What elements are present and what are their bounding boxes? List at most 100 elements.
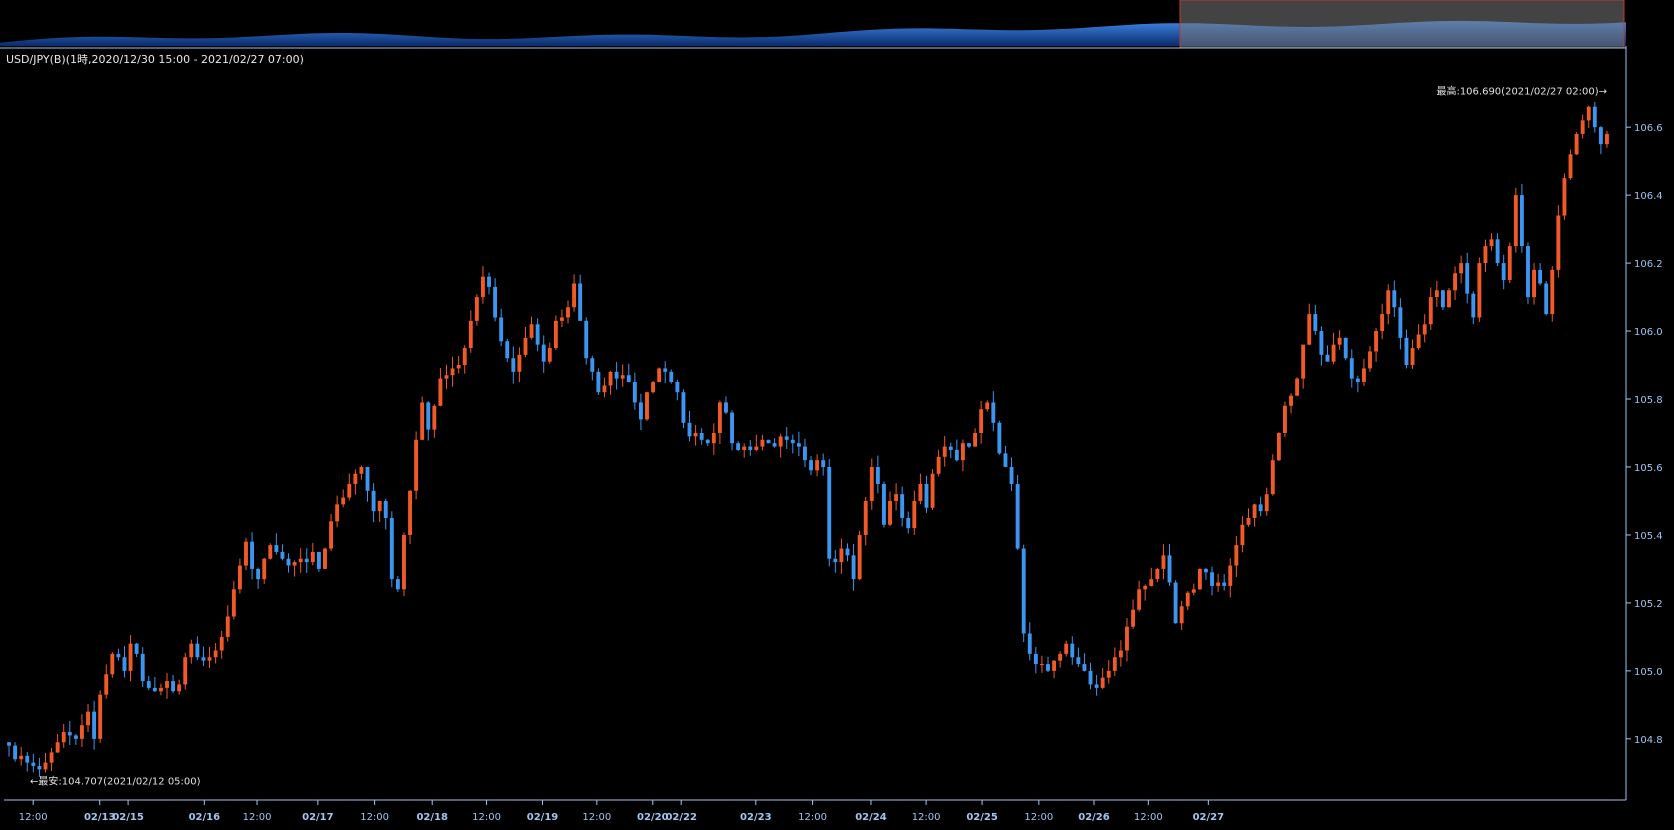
candle-body: [1392, 290, 1397, 308]
candle-body: [997, 422, 1002, 454]
candle-body: [1021, 548, 1026, 634]
candle-body: [572, 283, 577, 308]
y-tick-label: 105.2: [1634, 599, 1663, 610]
candle-body: [1033, 653, 1038, 665]
candle-body: [122, 657, 127, 671]
candle-body: [414, 439, 419, 491]
candle-body: [687, 422, 692, 437]
candle-body: [942, 446, 947, 457]
candle-body: [614, 371, 619, 379]
candle-body: [219, 636, 224, 651]
candle-body: [1471, 293, 1476, 318]
candle-body: [912, 500, 917, 529]
candle-body: [657, 368, 662, 383]
candle-body: [329, 521, 333, 549]
candle-body: [596, 371, 601, 393]
candle-body: [1410, 348, 1415, 366]
candle-body: [86, 711, 90, 726]
candle-body: [803, 446, 807, 461]
candle-body: [1380, 314, 1385, 332]
candle-body: [979, 409, 984, 433]
candle-body: [140, 653, 145, 682]
candle-body: [1349, 358, 1354, 379]
candle-body: [1094, 684, 1099, 688]
candle-body: [244, 541, 248, 566]
candle-body: [1149, 579, 1154, 586]
candle-body: [1386, 290, 1391, 315]
candle-body: [395, 579, 400, 590]
candle-body: [152, 687, 157, 692]
candle-body: [590, 358, 595, 372]
candle-body: [225, 616, 230, 637]
candle-body: [1331, 344, 1336, 362]
candle-body: [450, 368, 455, 376]
candle-body: [335, 504, 340, 522]
candle-body: [1574, 133, 1579, 155]
candle-body: [189, 643, 194, 658]
candle-body: [1477, 263, 1482, 318]
candle-body: [541, 344, 546, 362]
candle-body: [1106, 670, 1111, 678]
candle-body: [681, 392, 686, 423]
candle-body: [383, 500, 388, 518]
candle-body: [146, 681, 151, 688]
candle-body: [851, 555, 856, 580]
candle-body: [1118, 650, 1123, 658]
candle-body: [1258, 504, 1263, 512]
candle-body: [1276, 433, 1281, 461]
candle-body: [1550, 269, 1555, 315]
candle-body: [116, 653, 121, 658]
candle-body: [481, 276, 485, 298]
candle-body: [511, 358, 516, 372]
candle-body: [1544, 283, 1549, 315]
candle-body: [1283, 405, 1287, 433]
candle-body: [699, 433, 704, 440]
candle-body: [280, 551, 285, 559]
candle-body: [772, 443, 777, 447]
candle-body: [1088, 670, 1093, 685]
candle-body: [1453, 273, 1458, 291]
candle-body: [304, 558, 309, 563]
candle-body: [930, 473, 935, 508]
candle-body: [766, 439, 771, 444]
x-tick-label: 12:00: [582, 812, 611, 823]
candle-body: [1210, 572, 1214, 586]
candle-body: [1447, 290, 1451, 308]
candle-body: [237, 565, 242, 590]
candle-body: [711, 433, 716, 444]
x-tick-label: 12:00: [912, 812, 941, 823]
candle-body: [584, 320, 589, 359]
candle-body: [1307, 314, 1312, 345]
candle-body: [1568, 154, 1573, 179]
candle-body: [359, 466, 364, 474]
candle-body: [256, 568, 261, 580]
candle-body: [158, 687, 163, 692]
price-chart[interactable]: 104.8 105.0 105.2 105.4 105.6 105.8 106.0 106.2…: [0, 0, 1674, 830]
candle-body: [602, 385, 607, 393]
candle-body: [468, 320, 473, 349]
x-tick-label: 12:00: [360, 812, 389, 823]
candle-body: [1337, 337, 1342, 345]
candle-body: [1416, 334, 1421, 349]
x-tick-label: 02/27: [1193, 812, 1225, 823]
x-tick-label: 02/15: [112, 812, 144, 823]
candle-body: [693, 433, 698, 437]
candle-body: [894, 494, 899, 501]
candle-body: [760, 439, 765, 447]
candle-body: [985, 402, 990, 410]
candle-body: [1252, 504, 1257, 518]
candle-body: [207, 657, 212, 661]
candle-body: [906, 517, 911, 529]
candle-body: [918, 483, 923, 501]
candle-body: [310, 551, 315, 563]
x-tick-label: 12:00: [243, 812, 272, 823]
candle-body: [408, 490, 412, 535]
candle-body: [1398, 307, 1403, 338]
candle-body: [742, 446, 747, 450]
candle-body: [92, 711, 97, 739]
candle-body: [1125, 626, 1129, 651]
candle-body: [1295, 378, 1300, 396]
candle-body: [1513, 195, 1518, 247]
candle-body: [213, 650, 218, 658]
x-tick-label: 02/13: [84, 812, 116, 823]
